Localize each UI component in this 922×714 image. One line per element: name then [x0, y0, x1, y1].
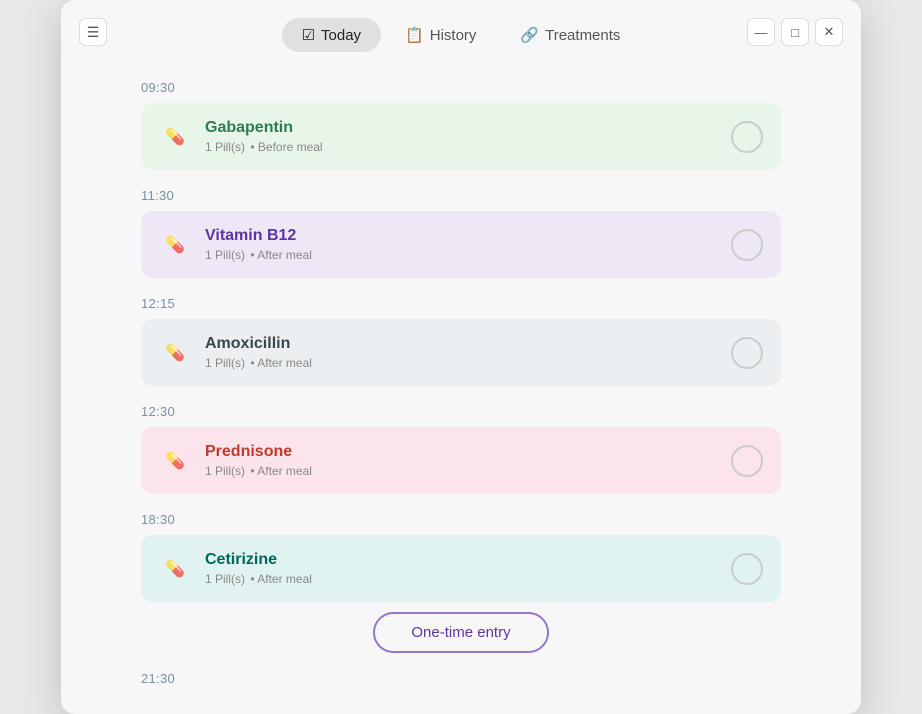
complete-prednisone-button[interactable] [731, 445, 763, 477]
med-name-amoxicillin: Amoxicillin [205, 335, 314, 353]
med-info-prednisone: Prednisone 1 Pill(s) • After meal [205, 443, 314, 478]
med-name-cetirizine: Cetirizine [205, 551, 314, 569]
time-label-1830: 18:30 [141, 512, 781, 527]
med-detail-cetirizine: 1 Pill(s) • After meal [205, 572, 314, 586]
titlebar: ☰ ☑ Today 📋 History 🔗 Treatments — □ [61, 0, 861, 52]
med-card-left-cetirizine: 💊 Cetirizine 1 Pill(s) • After meal [159, 551, 314, 586]
complete-cetirizine-button[interactable] [731, 553, 763, 585]
close-icon: ✕ [824, 24, 835, 40]
med-detail-prednisone: 1 Pill(s) • After meal [205, 464, 314, 478]
pill-icon-prednisone: 💊 [159, 445, 191, 477]
med-card-left-amoxicillin: 💊 Amoxicillin 1 Pill(s) • After meal [159, 335, 314, 370]
history-icon: 📋 [405, 26, 424, 44]
med-card-left-vitaminb12: 💊 Vitamin B12 1 Pill(s) • After meal [159, 227, 314, 262]
complete-amoxicillin-button[interactable] [731, 337, 763, 369]
med-detail-amoxicillin: 1 Pill(s) • After meal [205, 356, 314, 370]
maximize-button[interactable]: □ [781, 18, 809, 46]
tab-bar: ☑ Today 📋 History 🔗 Treatments [282, 18, 641, 52]
pill-icon-gabapentin: 💊 [159, 121, 191, 153]
time-label-1215: 12:15 [141, 296, 781, 311]
minimize-button[interactable]: — [747, 18, 775, 46]
tab-treatments-label: Treatments [545, 27, 620, 44]
time-label-2130: 21:30 [141, 671, 781, 686]
one-time-entry-button[interactable]: One-time entry [373, 612, 548, 653]
close-button[interactable]: ✕ [815, 18, 843, 46]
med-info-amoxicillin: Amoxicillin 1 Pill(s) • After meal [205, 335, 314, 370]
tab-treatments[interactable]: 🔗 Treatments [500, 18, 640, 52]
minimize-icon: — [755, 25, 768, 40]
tab-history-label: History [430, 27, 477, 44]
pill-icon-cetirizine: 💊 [159, 553, 191, 585]
app-window: ☰ ☑ Today 📋 History 🔗 Treatments — □ [61, 0, 861, 714]
maximize-icon: □ [791, 25, 799, 40]
hamburger-button[interactable]: ☰ [79, 18, 107, 46]
med-card-left-gabapentin: 💊 Gabapentin 1 Pill(s) • Before meal [159, 119, 325, 154]
complete-vitaminb12-button[interactable] [731, 229, 763, 261]
med-info-gabapentin: Gabapentin 1 Pill(s) • Before meal [205, 119, 325, 154]
time-label-1130: 11:30 [141, 188, 781, 203]
time-label-0930: 09:30 [141, 80, 781, 95]
pill-icon-vitaminb12: 💊 [159, 229, 191, 261]
pill-icon-amoxicillin: 💊 [159, 337, 191, 369]
complete-gabapentin-button[interactable] [731, 121, 763, 153]
one-time-entry-container: One-time entry [141, 612, 781, 653]
med-name-prednisone: Prednisone [205, 443, 314, 461]
med-card-left-prednisone: 💊 Prednisone 1 Pill(s) • After meal [159, 443, 314, 478]
med-info-vitaminb12: Vitamin B12 1 Pill(s) • After meal [205, 227, 314, 262]
hamburger-icon: ☰ [87, 24, 100, 41]
med-card-gabapentin: 💊 Gabapentin 1 Pill(s) • Before meal [141, 103, 781, 170]
tab-history[interactable]: 📋 History [385, 18, 496, 52]
today-icon: ☑ [302, 26, 315, 44]
med-name-vitaminb12: Vitamin B12 [205, 227, 314, 245]
time-label-1230: 12:30 [141, 404, 781, 419]
tab-today[interactable]: ☑ Today [282, 18, 381, 52]
med-info-cetirizine: Cetirizine 1 Pill(s) • After meal [205, 551, 314, 586]
med-card-prednisone: 💊 Prednisone 1 Pill(s) • After meal [141, 427, 781, 494]
treatments-icon: 🔗 [520, 26, 539, 44]
med-card-vitaminb12: 💊 Vitamin B12 1 Pill(s) • After meal [141, 211, 781, 278]
main-content: 09:30 💊 Gabapentin 1 Pill(s) • Before me… [61, 52, 861, 714]
window-controls: — □ ✕ [747, 18, 843, 46]
med-name-gabapentin: Gabapentin [205, 119, 325, 137]
med-card-amoxicillin: 💊 Amoxicillin 1 Pill(s) • After meal [141, 319, 781, 386]
med-detail-gabapentin: 1 Pill(s) • Before meal [205, 140, 325, 154]
med-detail-vitaminb12: 1 Pill(s) • After meal [205, 248, 314, 262]
med-card-cetirizine: 💊 Cetirizine 1 Pill(s) • After meal [141, 535, 781, 602]
tab-today-label: Today [321, 27, 361, 44]
